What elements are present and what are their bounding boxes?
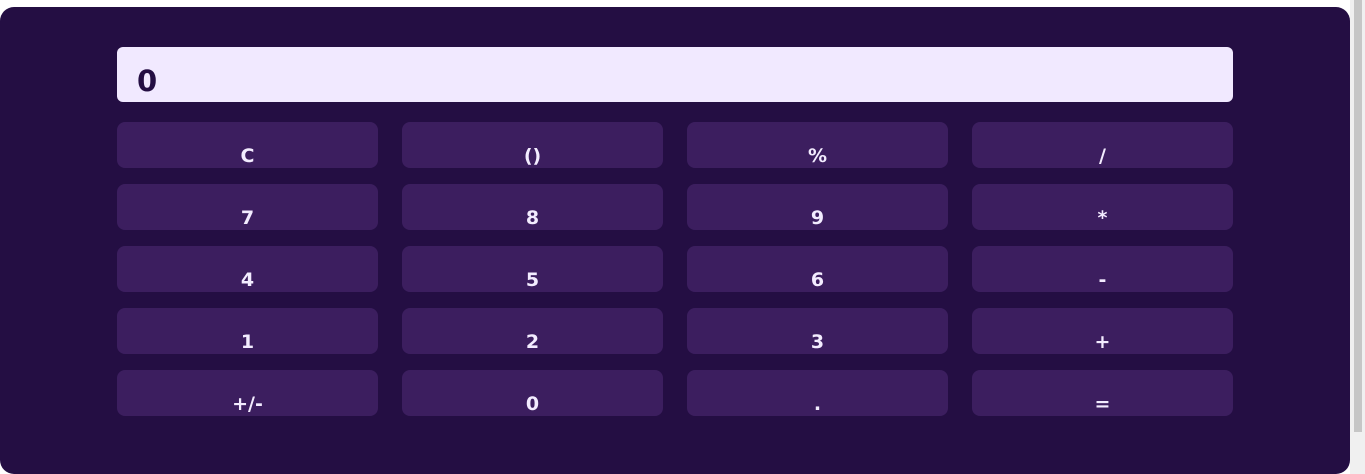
digit-7-button[interactable]: 7	[117, 184, 378, 230]
multiply-button[interactable]: *	[972, 184, 1233, 230]
digit-5-button[interactable]: 5	[402, 246, 663, 292]
subtract-button[interactable]: -	[972, 246, 1233, 292]
percent-button[interactable]: %	[687, 122, 948, 168]
digit-3-button[interactable]: 3	[687, 308, 948, 354]
calculator: 0 C () % / 7 8 9 * 4 5 6 - 1 2 3 + +/- 0…	[0, 7, 1350, 474]
scrollbar-thumb[interactable]	[1354, 0, 1362, 432]
digit-6-button[interactable]: 6	[687, 246, 948, 292]
digit-2-button[interactable]: 2	[402, 308, 663, 354]
add-button[interactable]: +	[972, 308, 1233, 354]
digit-9-button[interactable]: 9	[687, 184, 948, 230]
decimal-button[interactable]: .	[687, 370, 948, 416]
digit-4-button[interactable]: 4	[117, 246, 378, 292]
parentheses-button[interactable]: ()	[402, 122, 663, 168]
display-value: 0	[137, 64, 158, 98]
keypad: C () % / 7 8 9 * 4 5 6 - 1 2 3 + +/- 0 .…	[117, 122, 1233, 416]
digit-1-button[interactable]: 1	[117, 308, 378, 354]
display: 0	[117, 47, 1233, 102]
clear-button[interactable]: C	[117, 122, 378, 168]
page-scrollbar[interactable]	[1350, 0, 1365, 474]
equals-button[interactable]: =	[972, 370, 1233, 416]
toggle-sign-button[interactable]: +/-	[117, 370, 378, 416]
digit-8-button[interactable]: 8	[402, 184, 663, 230]
divide-button[interactable]: /	[972, 122, 1233, 168]
digit-0-button[interactable]: 0	[402, 370, 663, 416]
